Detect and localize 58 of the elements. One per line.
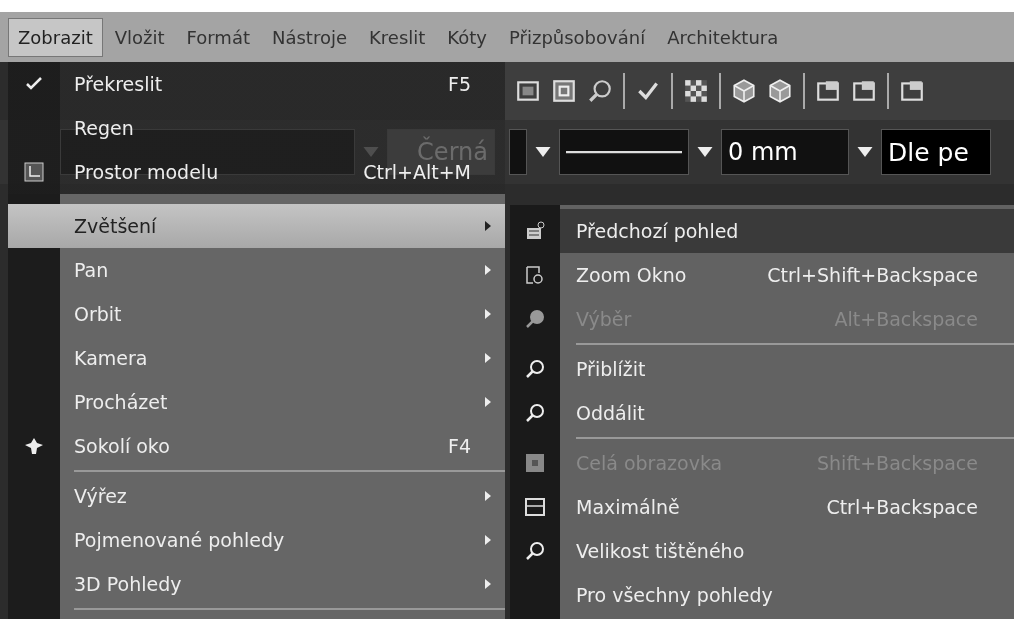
menu-item[interactable]: Sokolí oko F4 xyxy=(8,424,505,468)
menu-bar-item[interactable]: Zobrazit xyxy=(8,17,103,57)
menu-item[interactable]: Kamera xyxy=(8,336,505,380)
menu-bar-item[interactable]: Architektura xyxy=(657,17,789,57)
menu-item[interactable]: Prostor modelu Ctrl+Alt+M xyxy=(8,150,505,194)
line-sample-icon xyxy=(566,150,682,154)
menu-bar-item[interactable]: Nástroje xyxy=(262,17,358,57)
cube-icon[interactable] xyxy=(731,78,757,104)
submenu-arrow-icon xyxy=(485,221,491,231)
menu-item[interactable]: Pro všechny pohledy xyxy=(510,573,1014,617)
menu-bar-item[interactable]: Kreslit xyxy=(359,17,436,57)
menu-item[interactable]: Maximálně Ctrl+Backspace xyxy=(510,485,1014,529)
square-icon[interactable] xyxy=(551,78,577,104)
menu-bar-item[interactable]: Kóty xyxy=(437,17,497,57)
window-icon[interactable] xyxy=(815,78,841,104)
menu-item[interactable]: Pojmenované pohledy xyxy=(8,518,505,562)
menu-item[interactable]: Pan xyxy=(8,248,505,292)
zoom-icon xyxy=(525,359,545,379)
menu-item[interactable]: 3D Pohledy xyxy=(8,562,505,606)
cube-icon[interactable] xyxy=(767,78,793,104)
plot-style-dropdown[interactable]: Dle pe xyxy=(881,129,991,175)
linetype-swatch[interactable] xyxy=(509,129,527,175)
menu-bar-item[interactable]: Formát xyxy=(176,17,260,57)
menu-item[interactable]: Procházet xyxy=(8,380,505,424)
checkerboard-icon[interactable] xyxy=(683,78,709,104)
submenu-arrow-icon xyxy=(485,491,491,501)
dropdown-arrow-icon[interactable] xyxy=(697,147,713,157)
menu-item[interactable]: Orbit xyxy=(8,292,505,336)
square-icon xyxy=(525,453,545,473)
zoom-window-icon xyxy=(525,265,545,285)
window-icon[interactable] xyxy=(899,78,925,104)
submenu-arrow-icon xyxy=(485,397,491,407)
frame-icon[interactable] xyxy=(515,78,541,104)
submenu-arrow-icon xyxy=(485,579,491,589)
window-icon[interactable] xyxy=(851,78,877,104)
menu-item[interactable]: Přiblížit xyxy=(510,347,1014,391)
submenu-arrow-icon xyxy=(485,353,491,363)
dropdown-arrow-icon[interactable] xyxy=(535,147,551,157)
zoom-icon xyxy=(525,309,545,329)
zoom-icon[interactable] xyxy=(587,78,613,104)
submenu-arrow-icon xyxy=(485,535,491,545)
frame-icon xyxy=(525,497,545,517)
ucs-icon xyxy=(24,162,44,182)
linetype-dropdown[interactable] xyxy=(559,129,689,175)
menu-bar-item[interactable]: Přizpůsobování xyxy=(499,17,656,57)
menu-item[interactable]: Zvětšení xyxy=(8,204,505,248)
dropdown-arrow-icon[interactable] xyxy=(857,147,873,157)
lineweight-dropdown[interactable]: 0 mm xyxy=(721,129,849,175)
camera-icon xyxy=(525,221,545,241)
menu-item[interactable]: Zoom Okno Ctrl+Shift+Backspace xyxy=(510,253,1014,297)
menu-item[interactable]: Oddálit xyxy=(510,391,1014,435)
submenu-arrow-icon xyxy=(485,309,491,319)
menu-item[interactable]: Velikost tištěného xyxy=(510,529,1014,573)
zoom-icon xyxy=(525,403,545,423)
menu-item[interactable]: Výřez xyxy=(8,474,505,518)
menu-bar-item[interactable]: Vložit xyxy=(104,17,175,57)
submenu-arrow-icon xyxy=(485,265,491,275)
zoom-icon xyxy=(525,541,545,561)
